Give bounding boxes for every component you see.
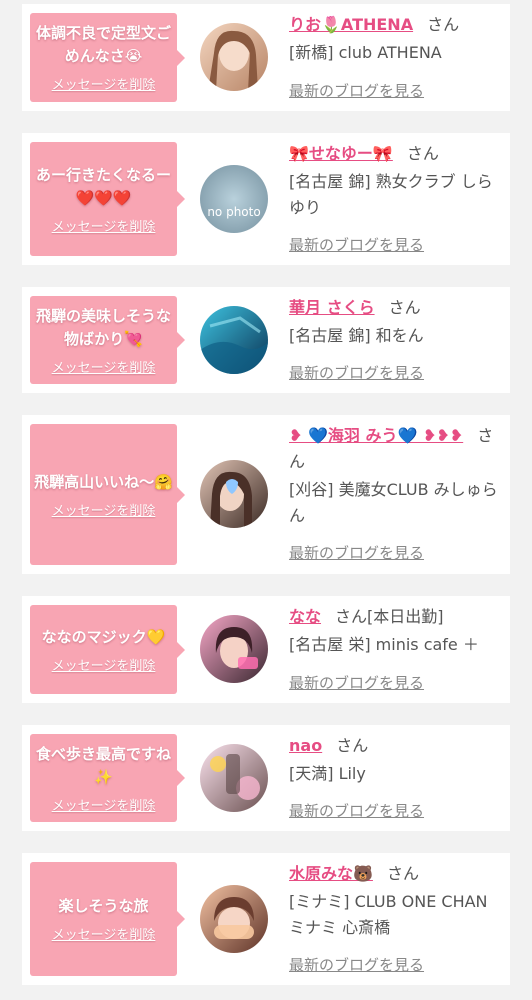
message-text: ななのマジック💛 <box>41 627 166 646</box>
delete-message-link[interactable]: メッセージを削除 <box>52 795 156 814</box>
delete-message-link[interactable]: メッセージを削除 <box>52 924 156 943</box>
no-photo-label: no photo <box>207 205 261 219</box>
cast-name-link[interactable]: 水原みな🐻 <box>289 864 373 883</box>
latest-blog-link[interactable]: 最新のブログを見る <box>289 80 424 101</box>
message-text: 飛騨の美味しそうな物ばかり💘 <box>35 306 171 348</box>
delete-message-link[interactable]: メッセージを削除 <box>52 655 156 674</box>
message-text: 楽しそうな旅 <box>58 897 149 915</box>
message-card: ななのマジック💛 メッセージを削除 なな さん[本日出勤] [名古屋 栄] min… <box>22 596 510 703</box>
cast-name-link[interactable]: りお🌷ATHENA <box>289 15 413 34</box>
honorific: さん <box>427 15 460 34</box>
message-card: 体調不良で定型文ごめんなさ😭 メッセージを削除 りお🌷ATHENA さん [新橋]… <box>22 4 510 111</box>
shop-name: [刈谷] 美魔女CLUB みしゅらん <box>289 480 498 525</box>
avatar[interactable] <box>200 885 268 953</box>
message-card: 楽しそうな旅 メッセージを削除 水原みな🐻 さん [ミナミ] CLUB ONE C… <box>22 853 510 985</box>
latest-blog-link[interactable]: 最新のブログを見る <box>289 542 424 563</box>
shop-name: [天満] Lily <box>289 764 366 783</box>
profile-info: 華月 さくら さん [名古屋 錦] 和をん <box>289 295 498 349</box>
latest-blog-link[interactable]: 最新のブログを見る <box>289 800 424 821</box>
honorific: さん <box>388 298 421 317</box>
profile-info: nao さん [天満] Lily <box>289 733 498 787</box>
delete-message-link[interactable]: メッセージを削除 <box>52 500 156 519</box>
message-bubble: 楽しそうな旅 メッセージを削除 <box>30 862 185 976</box>
shop-name: [名古屋 錦] 熟女クラブ しらゆり <box>289 172 493 217</box>
message-bubble: 飛騨の美味しそうな物ばかり💘 メッセージを削除 <box>30 296 185 384</box>
latest-blog-link[interactable]: 最新のブログを見る <box>289 672 424 693</box>
message-bubble: 飛騨高山いいね〜🤗 メッセージを削除 <box>30 424 185 565</box>
attendance-status: [本日出勤] <box>367 607 444 626</box>
cast-name-link[interactable]: 🎀せなゆー🎀 <box>289 144 393 163</box>
message-text: 飛騨高山いいね〜🤗 <box>34 472 173 491</box>
message-card: 食べ歩き最高ですね✨ メッセージを削除 nao さん [天満] Lily 最新のブ… <box>22 725 510 831</box>
latest-blog-link[interactable]: 最新のブログを見る <box>289 234 424 255</box>
message-text: あー行きたくなるー❤️❤️❤️ <box>35 165 171 207</box>
delete-message-link[interactable]: メッセージを削除 <box>52 357 156 376</box>
message-card: 飛騨高山いいね〜🤗 メッセージを削除 ❥ 💙海羽 みう💙 ❥❥❥ さん [刈谷] … <box>22 415 510 574</box>
message-list: 体調不良で定型文ごめんなさ😭 メッセージを削除 りお🌷ATHENA さん [新橋]… <box>0 0 532 1000</box>
shop-name: [名古屋 錦] 和をん <box>289 326 424 345</box>
message-card: 飛騨の美味しそうな物ばかり💘 メッセージを削除 華月 さくら さん [名古屋 錦]… <box>22 287 510 393</box>
message-bubble: あー行きたくなるー❤️❤️❤️ メッセージを削除 <box>30 142 185 256</box>
latest-blog-link[interactable]: 最新のブログを見る <box>289 954 424 975</box>
shop-name: [ミナミ] CLUB ONE CHAN ミナミ 心斎橋 <box>289 892 488 937</box>
cast-name-link[interactable]: 華月 さくら <box>289 298 375 317</box>
profile-info: なな さん[本日出勤] [名古屋 栄] minis cafe ＋ <box>289 604 498 658</box>
latest-blog-link[interactable]: 最新のブログを見る <box>289 362 424 383</box>
message-bubble: 体調不良で定型文ごめんなさ😭 メッセージを削除 <box>30 13 185 102</box>
message-bubble: 食べ歩き最高ですね✨ メッセージを削除 <box>30 734 185 822</box>
profile-info: 水原みな🐻 さん [ミナミ] CLUB ONE CHAN ミナミ 心斎橋 <box>289 861 498 941</box>
message-bubble: ななのマジック💛 メッセージを削除 <box>30 605 185 694</box>
shop-name: [新橋] club ATHENA <box>289 43 442 62</box>
honorific: さん <box>335 607 368 626</box>
avatar[interactable] <box>200 460 268 528</box>
cast-name-link[interactable]: nao <box>289 736 322 755</box>
avatar[interactable] <box>200 306 268 374</box>
delete-message-link[interactable]: メッセージを削除 <box>52 74 156 93</box>
avatar[interactable]: no photo <box>200 165 268 233</box>
delete-message-link[interactable]: メッセージを削除 <box>52 216 156 235</box>
avatar[interactable] <box>200 615 268 683</box>
cast-name-link[interactable]: ❥ 💙海羽 みう💙 ❥❥❥ <box>289 426 463 445</box>
message-text: 食べ歩き最高ですね✨ <box>35 744 171 786</box>
avatar[interactable] <box>200 23 268 91</box>
avatar[interactable] <box>200 744 268 812</box>
message-card: あー行きたくなるー❤️❤️❤️ メッセージを削除 no photo 🎀せなゆー🎀… <box>22 133 510 265</box>
honorific: さん <box>336 736 369 755</box>
message-text: 体調不良で定型文ごめんなさ😭 <box>35 24 171 65</box>
shop-name: [名古屋 栄] minis cafe ＋ <box>289 635 479 654</box>
profile-info: りお🌷ATHENA さん [新橋] club ATHENA <box>289 12 498 66</box>
honorific: さん <box>406 144 439 163</box>
cast-name-link[interactable]: なな <box>289 607 321 626</box>
profile-info: 🎀せなゆー🎀 さん [名古屋 錦] 熟女クラブ しらゆり <box>289 141 498 221</box>
honorific: さん <box>386 864 419 883</box>
profile-info: ❥ 💙海羽 みう💙 ❥❥❥ さん [刈谷] 美魔女CLUB みしゅらん <box>289 423 498 529</box>
